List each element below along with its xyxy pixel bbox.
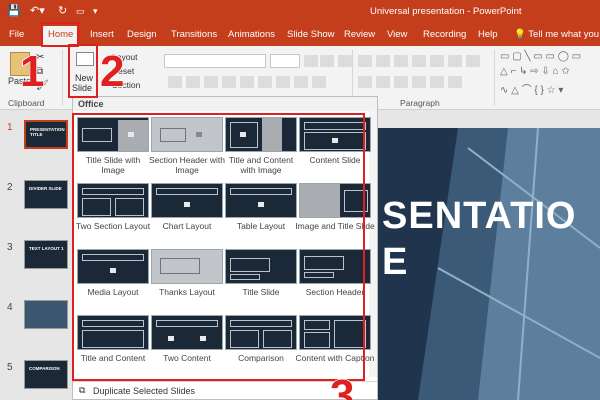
shapes-gallery[interactable]: ▭ ▢ ╲ ▭ ▭ ◯ ▭ △ ⌐ ↳ ⇨ ⇩ ⌂ ✩ ∿ △ ⌒ { } ☆ … — [500, 51, 596, 96]
slide-canvas[interactable]: SENTATIO E — [378, 128, 600, 400]
strikethrough-icon[interactable] — [222, 76, 236, 88]
line-spacing-icon[interactable] — [430, 55, 444, 67]
tab-design[interactable]: Design — [127, 29, 157, 40]
start-from-beginning-icon[interactable]: ▭ — [76, 6, 85, 17]
decrease-font-icon[interactable] — [320, 55, 334, 67]
tab-insert[interactable]: Insert — [90, 29, 114, 40]
tab-review[interactable]: Review — [344, 29, 375, 40]
underline-icon[interactable] — [204, 76, 218, 88]
window-title: Universal presentation - PowerPoint — [370, 6, 522, 17]
slide-number: 2 — [7, 182, 13, 193]
increase-indent-icon[interactable] — [412, 55, 426, 67]
highlight-icon[interactable] — [294, 76, 308, 88]
tab-slide-show[interactable]: Slide Show — [287, 29, 335, 40]
tab-transitions[interactable]: Transitions — [171, 29, 217, 40]
undo-icon[interactable]: ↶▾ — [30, 4, 45, 17]
character-spacing-icon[interactable] — [258, 76, 272, 88]
shape-icon[interactable]: △ ⌐ ↳ ⇨ ⇩ ⌂ ✩ — [500, 66, 570, 77]
slide-thumbnail[interactable] — [24, 300, 68, 329]
ribbon-divider — [494, 50, 495, 106]
text-direction-icon[interactable] — [466, 55, 480, 67]
title-bar: 💾 ↶▾ ↻ ▭ ▾ Universal presentation - Powe… — [0, 0, 600, 24]
slide-thumbnails-panel: 1 PRESENTATION TITLE 2 DIVIDER SLIDE 3 T… — [0, 110, 70, 400]
redo-icon[interactable]: ↻ — [58, 4, 67, 17]
duplicate-slide-icon: ⧉ — [79, 385, 86, 395]
tab-view[interactable]: View — [387, 29, 407, 40]
italic-icon[interactable] — [186, 76, 200, 88]
justify-icon[interactable] — [412, 76, 426, 88]
slide-number: 4 — [7, 302, 13, 313]
tab-help[interactable]: Help — [478, 29, 498, 40]
align-center-icon[interactable] — [376, 76, 390, 88]
ribbon-tabs: File Home Insert Design Transitions Anim… — [0, 24, 600, 46]
tell-me-label: Tell me what you — [528, 29, 600, 40]
font-name-box[interactable] — [164, 54, 266, 68]
shadow-icon[interactable] — [240, 76, 254, 88]
clipboard-group-label: Clipboard — [8, 98, 45, 108]
clear-formatting-icon[interactable] — [338, 55, 352, 67]
align-left-icon[interactable] — [358, 76, 372, 88]
tell-me-search[interactable]: 💡 Tell me what you — [514, 29, 599, 40]
font-color-icon[interactable] — [312, 76, 326, 88]
bold-icon[interactable] — [168, 76, 182, 88]
step-number: 2 — [99, 47, 125, 96]
slide-number: 5 — [7, 362, 13, 373]
slide-thumbnail[interactable]: PRESENTATION TITLE — [24, 120, 68, 149]
shape-icon[interactable]: ▭ ▢ ╲ ▭ ▭ ◯ ▭ — [500, 51, 581, 62]
step-number: 1 — [19, 47, 45, 96]
slide-number: 1 — [7, 122, 13, 133]
slide-thumbnail[interactable]: TEXT LAYOUT 1 — [24, 240, 68, 269]
lightbulb-icon: 💡 — [514, 29, 529, 40]
shape-icon[interactable]: ∿ △ ⌒ { } ☆ ▾ — [500, 81, 563, 96]
align-text-icon[interactable] — [430, 76, 444, 88]
numbering-icon[interactable] — [376, 55, 390, 67]
new-slide-highlight — [68, 44, 98, 98]
slide-number: 3 — [7, 242, 13, 253]
change-case-icon[interactable] — [276, 76, 290, 88]
slide-title-placeholder[interactable]: SENTATIO E — [382, 193, 576, 285]
tab-animations[interactable]: Animations — [228, 29, 275, 40]
paragraph-group-label: Paragraph — [400, 98, 440, 108]
align-right-icon[interactable] — [394, 76, 408, 88]
step-number: 3 — [329, 371, 355, 400]
ribbon-divider — [62, 50, 63, 106]
slide-thumbnail-title: COMPARISON — [29, 366, 60, 371]
layout-gallery-highlight — [72, 113, 365, 381]
duplicate-label: Duplicate Selected Slides — [93, 386, 196, 396]
customize-icon[interactable]: ▾ — [93, 6, 98, 17]
slide-thumbnail-title: TEXT LAYOUT 1 — [29, 246, 64, 251]
font-size-box[interactable] — [270, 54, 300, 68]
increase-font-icon[interactable] — [304, 55, 318, 67]
slide-thumbnail-title: PRESENTATION TITLE — [30, 127, 65, 137]
decrease-indent-icon[interactable] — [394, 55, 408, 67]
gallery-section-label: Office — [78, 99, 104, 109]
tab-recording[interactable]: Recording — [423, 29, 466, 40]
bullets-icon[interactable] — [358, 55, 372, 67]
save-icon[interactable]: 💾 — [7, 4, 21, 17]
slide-thumbnail[interactable]: COMPARISON — [24, 360, 68, 389]
gallery-header: Office — [73, 97, 377, 111]
columns-icon[interactable] — [448, 55, 462, 67]
tab-file[interactable]: File — [9, 29, 24, 40]
slide-thumbnail[interactable]: DIVIDER SLIDE — [24, 180, 68, 209]
slide-thumbnail-title: DIVIDER SLIDE — [29, 186, 62, 191]
smartart-icon[interactable] — [448, 76, 462, 88]
